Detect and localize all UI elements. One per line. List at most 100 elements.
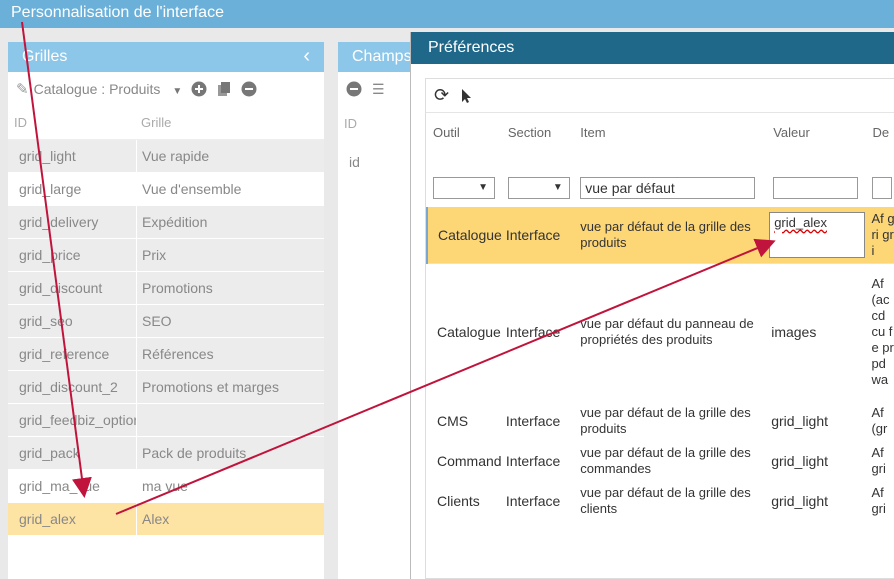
row-id: grid_discount [19, 280, 103, 296]
header-item[interactable]: Item [574, 113, 767, 151]
cell-valeur: grid_light [771, 453, 829, 469]
preferences-title: Préférences [411, 32, 894, 64]
row-id: grid_large [19, 181, 82, 197]
cell-valeur: grid_light [771, 413, 829, 429]
grilles-header: Grilles ‹ [8, 42, 324, 72]
cell-outil: Catalogue [427, 262, 502, 401]
cell-section: Interface [505, 413, 561, 429]
table-row[interactable]: grid_seo SEO [8, 305, 324, 338]
copy-icon[interactable] [216, 81, 232, 97]
row-id: grid_feedbiz_option [19, 412, 136, 428]
row-id: grid_light [19, 148, 76, 164]
row-grille: Expédition [136, 206, 207, 238]
cell-item: vue par défaut de la grille des produits [580, 405, 751, 436]
champs-panel: Champs ☰ ID id [338, 42, 418, 579]
table-row[interactable]: grid_ma_vue ma vue [8, 470, 324, 503]
remove-icon[interactable] [346, 81, 362, 97]
cell-description: Af gri gri [866, 207, 894, 263]
row-grille: Vue d'ensemble [136, 173, 241, 205]
add-icon[interactable] [191, 81, 207, 97]
row-grille: SEO [136, 305, 172, 337]
row-grille: Prix [136, 239, 166, 271]
cell-outil: Clients [437, 493, 480, 509]
table-row[interactable]: Command Interface vue par défaut de la g… [427, 441, 894, 481]
row-grille: Alex [136, 503, 169, 535]
header-grille[interactable]: Grille [136, 115, 171, 130]
table-row[interactable]: grid_large Vue d'ensemble [8, 173, 324, 206]
edit-icon[interactable]: ✎ [16, 80, 29, 98]
grilles-table-header: ID Grille [8, 106, 324, 140]
table-row-selected[interactable]: grid_alex Alex [8, 503, 324, 536]
refresh-icon[interactable]: ⟳ [434, 85, 449, 106]
grilles-title: Grilles [22, 48, 68, 65]
row-grille: Références [136, 338, 214, 370]
row-id: grid_alex [19, 511, 76, 527]
cell-section: Interface [505, 493, 561, 509]
champs-title: Champs [352, 48, 412, 65]
table-row[interactable]: Catalogue Interface vue par défaut du pa… [427, 262, 894, 401]
row-id: grid_ma_vue [19, 478, 100, 494]
cell-item: vue par défaut de la grille des produits [574, 207, 768, 263]
dropdown-caret-icon: ▼ [172, 86, 183, 97]
filter-description-input[interactable] [872, 177, 893, 199]
cell-section: Interface [501, 207, 575, 263]
filter-section-select[interactable]: ▼ [507, 177, 570, 199]
row-grille: Promotions [136, 272, 213, 304]
table-row-selected[interactable]: Catalogue Interface vue par défaut de la… [426, 207, 894, 263]
table-row[interactable]: grid_feedbiz_option [8, 404, 324, 437]
champs-toolbar: ☰ [338, 72, 418, 106]
header-id[interactable]: ID [8, 115, 136, 130]
cell-item: vue par défaut de la grille des clients [580, 485, 751, 516]
cell-section: Interface [501, 262, 575, 401]
table-row[interactable]: CMS Interface vue par défaut de la grill… [427, 401, 894, 441]
window-title: Personnalisation de l'interface [0, 0, 894, 28]
champs-row-id[interactable]: id [338, 140, 418, 173]
cell-item: vue par défaut de la grille des commande… [580, 445, 751, 476]
table-row[interactable]: Clients Interface vue par défaut de la g… [427, 481, 894, 521]
table-row[interactable]: grid_reference Références [8, 338, 324, 371]
header-valeur[interactable]: Valeur [767, 113, 866, 151]
row-id: grid_delivery [19, 214, 99, 230]
row-grille [136, 404, 142, 436]
grilles-toolbar: ✎ Catalogue : Produits ▼ [8, 72, 324, 106]
table-row[interactable]: grid_discount Promotions [8, 272, 324, 305]
cell-item: vue par défaut du panneau de propriétés … [574, 262, 768, 401]
row-id: grid_reference [19, 346, 110, 362]
filter-valeur-input[interactable] [773, 177, 859, 199]
remove-icon[interactable] [241, 81, 257, 97]
filter-item-input[interactable]: vue par défaut [580, 177, 756, 199]
table-row[interactable]: grid_discount_2 Promotions et marges [8, 371, 324, 404]
table-row[interactable]: grid_light Vue rapide [8, 140, 324, 173]
table-row[interactable]: grid_delivery Expédition [8, 206, 324, 239]
row-grille: Promotions et marges [136, 371, 279, 403]
table-row[interactable]: grid_price Prix [8, 239, 324, 272]
cursor-icon[interactable] [461, 88, 473, 104]
header-section[interactable]: Section [502, 113, 574, 151]
table-row[interactable]: grid_pack Pack de produits [8, 437, 324, 470]
preferences-table: Outil Section Item Valeur De ▼ ▼ vue par… [426, 113, 894, 521]
champs-header: Champs [338, 42, 418, 72]
header-outil[interactable]: Outil [427, 113, 502, 151]
catalogue-selector[interactable]: Catalogue : Produits ▼ [34, 81, 183, 97]
row-grille: ma vue [136, 470, 188, 502]
cell-outil: CMS [437, 413, 469, 429]
row-id: grid_price [19, 247, 81, 263]
row-id: grid_seo [19, 313, 73, 329]
list-order-icon[interactable]: ☰ [372, 81, 385, 98]
catalogue-selector-value: Catalogue : Produits [33, 81, 161, 97]
champs-header-id[interactable]: ID [338, 106, 418, 140]
row-grille: Vue rapide [136, 140, 209, 172]
cell-description: Af gri [871, 445, 886, 476]
cell-outil: Catalogue [426, 207, 502, 263]
cell-valeur: grid_light [771, 493, 829, 509]
cell-section: Interface [505, 453, 561, 469]
cell-valeur: images [767, 262, 867, 401]
row-id: grid_discount_2 [19, 379, 118, 395]
cell-description: Af gri [871, 485, 886, 516]
cell-outil: Command [437, 453, 502, 469]
header-description[interactable]: De [866, 113, 894, 151]
collapse-chevron-icon[interactable]: ‹ [303, 45, 310, 68]
valeur-textarea[interactable]: grid_alex [769, 211, 866, 258]
filter-outil-select[interactable]: ▼ [433, 177, 495, 199]
preferences-toolbar: ⟳ [426, 79, 894, 113]
